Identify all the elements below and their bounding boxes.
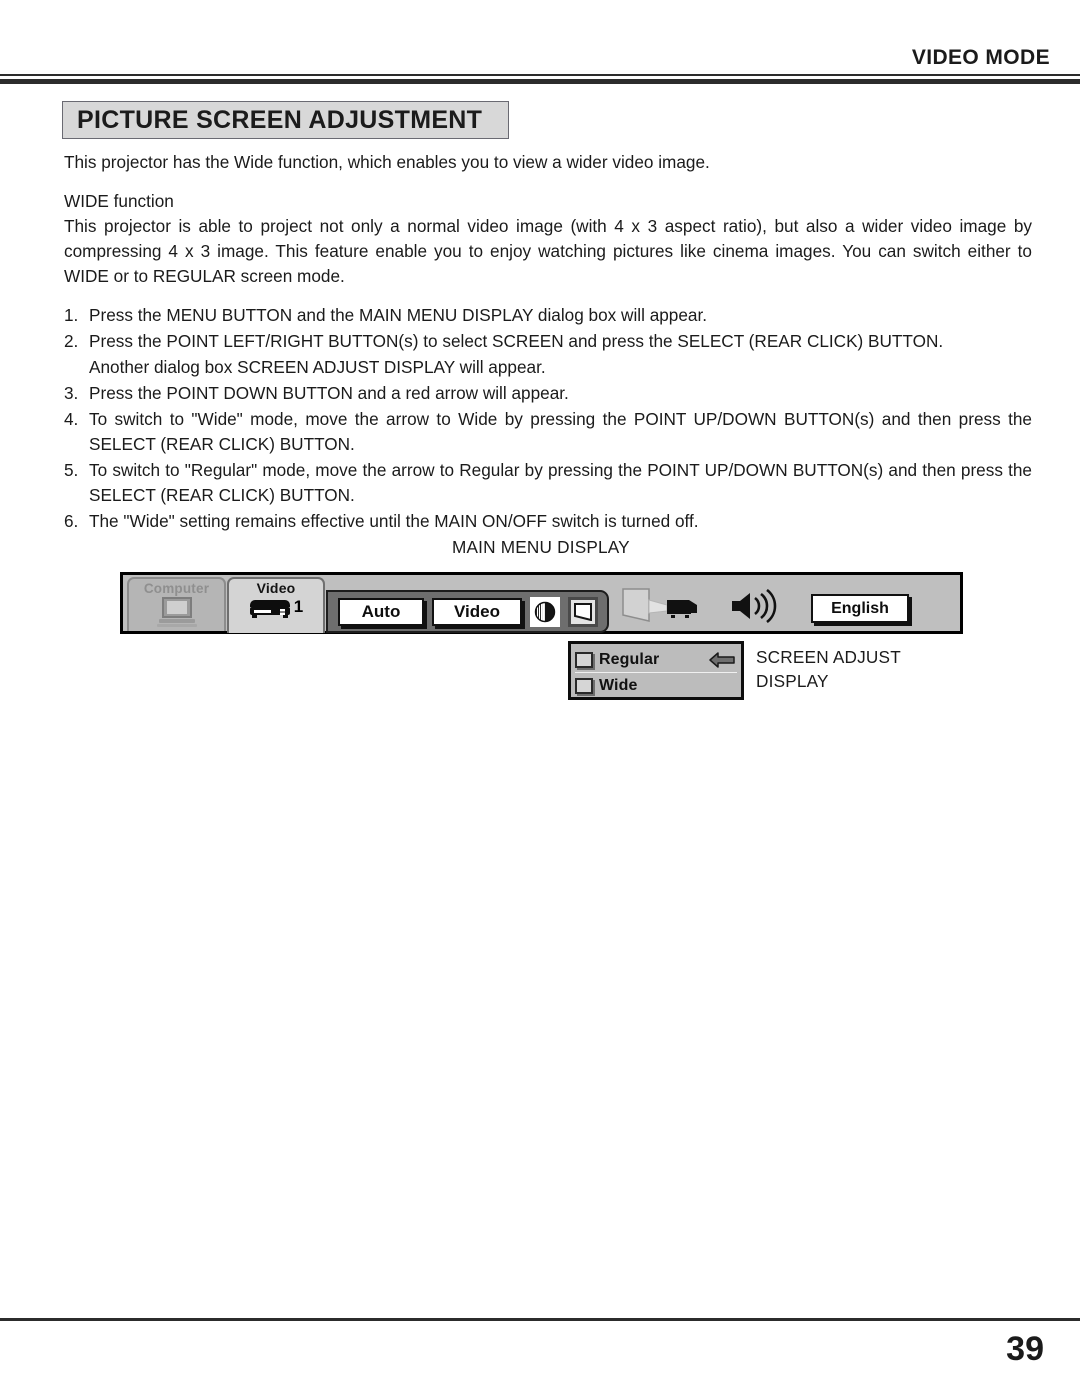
step-continuation: Another dialog box SCREEN ADJUST DISPLAY…	[89, 357, 546, 377]
menu-right-icons: English	[621, 587, 909, 630]
step-text: To switch to "Wide" mode, move the arrow…	[89, 409, 1032, 454]
checkbox-wide-icon[interactable]	[575, 677, 593, 694]
arrow-left-icon	[709, 651, 735, 674]
tab-video-label: Video	[256, 580, 296, 596]
screen-adjust-option-label: Regular	[599, 650, 660, 668]
menu-button-strip: Auto Video	[326, 590, 609, 633]
intro-paragraph: This projector has the Wide function, wh…	[64, 152, 710, 172]
page-header-mode: VIDEO MODE	[911, 46, 1050, 69]
screen-adjust-option-wide[interactable]: Wide	[575, 672, 737, 698]
screen-adjust-caption-line1: SCREEN ADJUST	[756, 647, 901, 667]
footer-rule	[0, 1318, 1080, 1321]
page-title: PICTURE SCREEN ADJUSTMENT	[77, 105, 483, 134]
step-text: Press the POINT LEFT/RIGHT BUTTON(s) to …	[89, 331, 944, 351]
step-number: 3.	[64, 383, 79, 403]
body-content: This projector has the Wide function, wh…	[64, 150, 1032, 535]
projector-icon[interactable]	[621, 587, 699, 630]
checkbox-regular-icon[interactable]	[575, 651, 593, 668]
header-rule-thick	[0, 79, 1080, 84]
step-number: 2.	[64, 331, 79, 351]
main-menu-display-caption: MAIN MENU DISPLAY	[452, 537, 630, 557]
screen-adjust-caption-line2: DISPLAY	[756, 671, 829, 691]
step-text: Press the MENU BUTTON and the MAIN MENU …	[89, 305, 708, 325]
video-button[interactable]: Video	[432, 597, 522, 626]
step-item: 6. The "Wide" setting remains effective …	[64, 509, 1032, 534]
auto-button[interactable]: Auto	[338, 597, 424, 626]
screen-trapezoid-icon[interactable]	[568, 596, 598, 627]
tab-video-numeral: 1	[293, 597, 304, 616]
main-menu-bar: Computer Video 1 Auto Video English	[120, 572, 963, 634]
vcr-icon	[249, 597, 291, 619]
speaker-volume-icon[interactable]	[729, 588, 781, 628]
screen-adjust-option-regular[interactable]: Regular	[575, 647, 737, 672]
screen-adjust-display-caption: SCREEN ADJUST DISPLAY	[756, 645, 901, 693]
step-item: 3. Press the POINT DOWN BUTTON and a red…	[64, 381, 1032, 406]
tab-video-icon-row: 1	[249, 597, 303, 619]
step-text: Press the POINT DOWN BUTTON and a red ar…	[89, 383, 569, 403]
step-text: The "Wide" setting remains effective unt…	[89, 511, 699, 531]
step-item: 4. To switch to "Wide" mode, move the ar…	[64, 407, 1032, 457]
section-title-box: PICTURE SCREEN ADJUSTMENT	[62, 101, 509, 139]
wide-function-heading: WIDE function	[64, 191, 174, 211]
step-number: 1.	[64, 305, 79, 325]
tab-video[interactable]: Video 1	[227, 577, 325, 633]
language-button[interactable]: English	[811, 594, 909, 623]
page-number: 39	[1006, 1330, 1044, 1368]
step-item: 2. Press the POINT LEFT/RIGHT BUTTON(s) …	[64, 329, 1032, 354]
tab-computer-label: Computer	[143, 581, 210, 596]
step-text: To switch to "Regular" mode, move the ar…	[89, 460, 1032, 505]
step-number: 4.	[64, 409, 79, 429]
instruction-steps: 1. Press the MENU BUTTON and the MAIN ME…	[64, 303, 1032, 534]
header-rule	[0, 74, 1080, 84]
screen-adjust-dialog: Regular Wide	[568, 641, 744, 700]
step-item: 5. To switch to "Regular" mode, move the…	[64, 458, 1032, 508]
wide-function-body: This projector is able to project not on…	[64, 216, 1032, 286]
screen-adjust-option-label: Wide	[599, 676, 638, 694]
step-item: 1. Press the MENU BUTTON and the MAIN ME…	[64, 303, 1032, 328]
step-number: 5.	[64, 460, 79, 480]
computer-monitor-icon	[156, 596, 197, 628]
contrast-circle-icon[interactable]	[530, 596, 560, 627]
step-number: 6.	[64, 511, 79, 531]
tab-computer[interactable]: Computer	[127, 577, 226, 631]
